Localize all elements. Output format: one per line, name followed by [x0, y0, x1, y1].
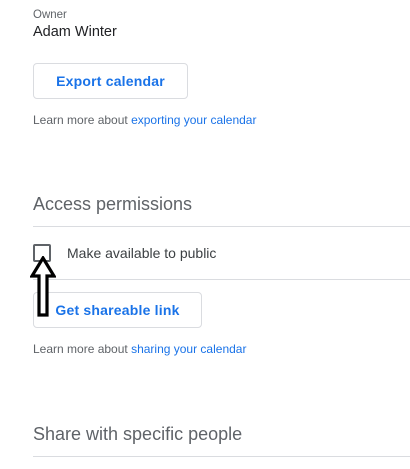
- up-arrow-icon: [30, 256, 56, 317]
- owner-label: Owner: [33, 9, 67, 21]
- get-shareable-link-button-label: Get shareable link: [55, 302, 180, 318]
- section-divider-bottom: [33, 456, 410, 457]
- public-checkbox-label[interactable]: Make available to public: [67, 245, 216, 261]
- export-calendar-button-label: Export calendar: [56, 73, 165, 89]
- get-shareable-link-button[interactable]: Get shareable link: [33, 292, 202, 328]
- sharing-help-text: Learn more about sharing your calendar: [33, 342, 246, 356]
- export-calendar-button[interactable]: Export calendar: [33, 63, 188, 99]
- section-divider: [33, 226, 410, 227]
- sharing-calendar-link[interactable]: sharing your calendar: [131, 342, 246, 356]
- export-help-text: Learn more about exporting your calendar: [33, 113, 256, 127]
- export-help-prefix: Learn more about: [33, 113, 132, 127]
- row-divider: [33, 279, 410, 280]
- access-permissions-title: Access permissions: [33, 194, 193, 214]
- owner-name: Adam Winter: [33, 24, 117, 40]
- sharing-help-prefix: Learn more about: [33, 342, 132, 356]
- exporting-calendar-link[interactable]: exporting your calendar: [131, 113, 256, 127]
- share-with-specific-people-title: Share with specific people: [33, 424, 243, 444]
